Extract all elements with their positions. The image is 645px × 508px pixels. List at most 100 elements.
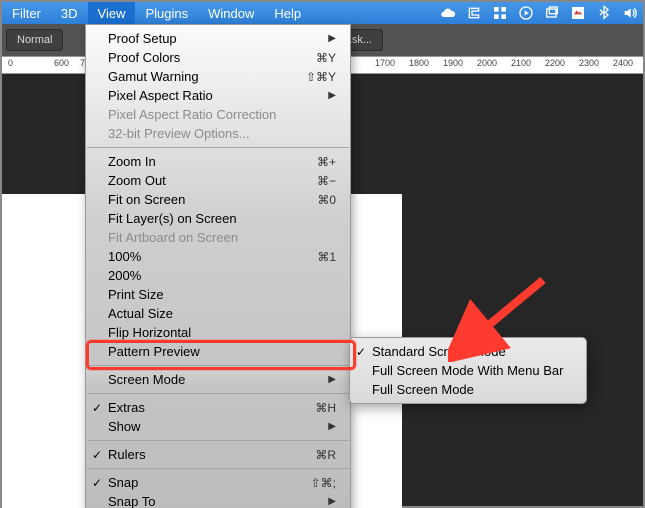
menu-item-pixel-aspect[interactable]: Pixel Aspect Ratio▶ xyxy=(86,86,350,105)
shortcut: ⌘+ xyxy=(317,155,336,169)
ruler-tick: 600 xyxy=(54,58,69,68)
menubar: Filter 3D View Plugins Window Help xyxy=(2,2,643,24)
menu-label: Print Size xyxy=(108,287,164,302)
shortcut: ⌘R xyxy=(315,448,336,462)
submenu-arrow-icon: ▶ xyxy=(328,421,336,432)
menu-label: Full Screen Mode xyxy=(372,382,474,397)
submenu-arrow-icon: ▶ xyxy=(328,496,336,507)
menu-item-show[interactable]: Show ▶ xyxy=(86,417,350,436)
menu-item-pattern-preview[interactable]: Pattern Preview xyxy=(86,342,350,361)
shortcut: ⌘H xyxy=(315,401,336,415)
menu-label: Show xyxy=(108,419,141,434)
menu-label: 200% xyxy=(108,268,141,283)
menu-label: Proof Setup xyxy=(108,31,177,46)
menu-item-snap-to[interactable]: Snap To ▶ xyxy=(86,492,350,508)
submenu-item-standard[interactable]: ✓ Standard Screen Mode xyxy=(350,342,586,361)
shortcut: ⌘1 xyxy=(317,250,336,264)
menu-item-flip[interactable]: Flip Horizontal xyxy=(86,323,350,342)
shortcut: ⇧⌘; xyxy=(311,476,336,490)
cloud-icon[interactable] xyxy=(435,2,461,24)
submenu-arrow-icon: ▶ xyxy=(328,374,336,385)
menu-label: Extras xyxy=(108,400,145,415)
blend-mode-dropdown[interactable]: Normal xyxy=(6,29,63,51)
shortcut: ⌘Y xyxy=(316,51,336,65)
window-icon[interactable] xyxy=(539,2,565,24)
play-icon[interactable] xyxy=(513,2,539,24)
menu-item-100[interactable]: 100% ⌘1 xyxy=(86,247,350,266)
menu-item-zoom-in[interactable]: Zoom In ⌘+ xyxy=(86,152,350,171)
screen-mode-submenu: ✓ Standard Screen Mode Full Screen Mode W… xyxy=(349,337,587,404)
menu-label: Rulers xyxy=(108,447,146,462)
menu-item-proof-colors[interactable]: Proof Colors ⌘Y xyxy=(86,48,350,67)
ruler-tick: 2100 xyxy=(511,58,531,68)
shortcut: ⇧⌘Y xyxy=(306,70,336,84)
menu-separator xyxy=(87,393,349,394)
menu-label: Zoom Out xyxy=(108,173,166,188)
submenu-item-fullscreen-menubar[interactable]: Full Screen Mode With Menu Bar xyxy=(350,361,586,380)
menu-item-fit-screen[interactable]: Fit on Screen ⌘0 xyxy=(86,190,350,209)
menu-label: Snap To xyxy=(108,494,155,508)
tool-icon[interactable] xyxy=(565,2,591,24)
menu-item-gamut-warning[interactable]: Gamut Warning⇧⌘Y xyxy=(86,67,350,86)
menu-separator xyxy=(87,440,349,441)
menu-3d[interactable]: 3D xyxy=(51,2,88,24)
menu-label: Fit Layer(s) on Screen xyxy=(108,211,237,226)
menu-item-extras[interactable]: ✓ Extras ⌘H xyxy=(86,398,350,417)
ruler-tick: 2400 xyxy=(613,58,633,68)
menu-item-fit-layers[interactable]: Fit Layer(s) on Screen xyxy=(86,209,350,228)
menu-item-zoom-out[interactable]: Zoom Out ⌘− xyxy=(86,171,350,190)
ruler-tick: 1800 xyxy=(409,58,429,68)
menu-label: Flip Horizontal xyxy=(108,325,191,340)
menu-plugins[interactable]: Plugins xyxy=(135,2,198,24)
menu-label: Fit Artboard on Screen xyxy=(108,230,238,245)
ruler-tick: 2200 xyxy=(545,58,565,68)
checkmark-icon: ✓ xyxy=(356,345,366,359)
menu-separator xyxy=(87,468,349,469)
menu-label: Pixel Aspect Ratio xyxy=(108,88,213,103)
menu-view[interactable]: View xyxy=(88,2,136,24)
menu-label: 32-bit Preview Options... xyxy=(108,126,250,141)
grid-icon[interactable] xyxy=(487,2,513,24)
menu-item-print-size[interactable]: Print Size xyxy=(86,285,350,304)
menu-label: Full Screen Mode With Menu Bar xyxy=(372,363,563,378)
menu-label: 100% xyxy=(108,249,141,264)
view-menu: Proof Setup ▶ Proof Colors ⌘Y Gamut Warnin… xyxy=(85,24,351,508)
menu-label: Zoom In xyxy=(108,154,156,169)
ruler-tick: 2000 xyxy=(477,58,497,68)
ruler-tick: 0 xyxy=(8,58,13,68)
menu-item-par-correction: Pixel Aspect Ratio Correction xyxy=(86,105,350,124)
menu-filter[interactable]: Filter xyxy=(2,2,51,24)
menu-item-rulers[interactable]: ✓ Rulers ⌘R xyxy=(86,445,350,464)
submenu-item-fullscreen[interactable]: Full Screen Mode xyxy=(350,380,586,399)
menu-item-32bit-preview: 32-bit Preview Options... xyxy=(86,124,350,143)
menu-label: Pattern Preview xyxy=(108,344,200,359)
menu-window[interactable]: Window xyxy=(198,2,264,24)
menu-label: Fit on Screen xyxy=(108,192,185,207)
shortcut: ⌘− xyxy=(317,174,336,188)
menu-separator xyxy=(87,147,349,148)
submenu-arrow-icon: ▶ xyxy=(328,33,336,44)
menu-label: Proof Colors xyxy=(108,50,180,65)
sync-icon[interactable] xyxy=(461,2,487,24)
menu-item-fit-artboard: Fit Artboard on Screen xyxy=(86,228,350,247)
ruler-tick: 1900 xyxy=(443,58,463,68)
menu-item-actual-size[interactable]: Actual Size xyxy=(86,304,350,323)
shortcut: ⌘0 xyxy=(317,193,336,207)
menu-label: Actual Size xyxy=(108,306,173,321)
menu-item-snap[interactable]: ✓ Snap ⇧⌘; xyxy=(86,473,350,492)
menu-label: Standard Screen Mode xyxy=(372,344,506,359)
menu-label: Snap xyxy=(108,475,138,490)
menu-separator xyxy=(87,365,349,366)
menu-item-200[interactable]: 200% xyxy=(86,266,350,285)
checkmark-icon: ✓ xyxy=(92,476,102,490)
ruler-tick: 1700 xyxy=(375,58,395,68)
checkmark-icon: ✓ xyxy=(92,448,102,462)
volume-icon[interactable] xyxy=(617,2,643,24)
menu-item-screen-mode[interactable]: Screen Mode ▶ xyxy=(86,370,350,389)
menu-help[interactable]: Help xyxy=(264,2,311,24)
menu-item-proof-setup[interactable]: Proof Setup ▶ xyxy=(86,29,350,48)
ruler-tick: 2300 xyxy=(579,58,599,68)
checkmark-icon: ✓ xyxy=(92,401,102,415)
menu-label: Screen Mode xyxy=(108,372,185,387)
bluetooth-icon[interactable] xyxy=(591,2,617,24)
